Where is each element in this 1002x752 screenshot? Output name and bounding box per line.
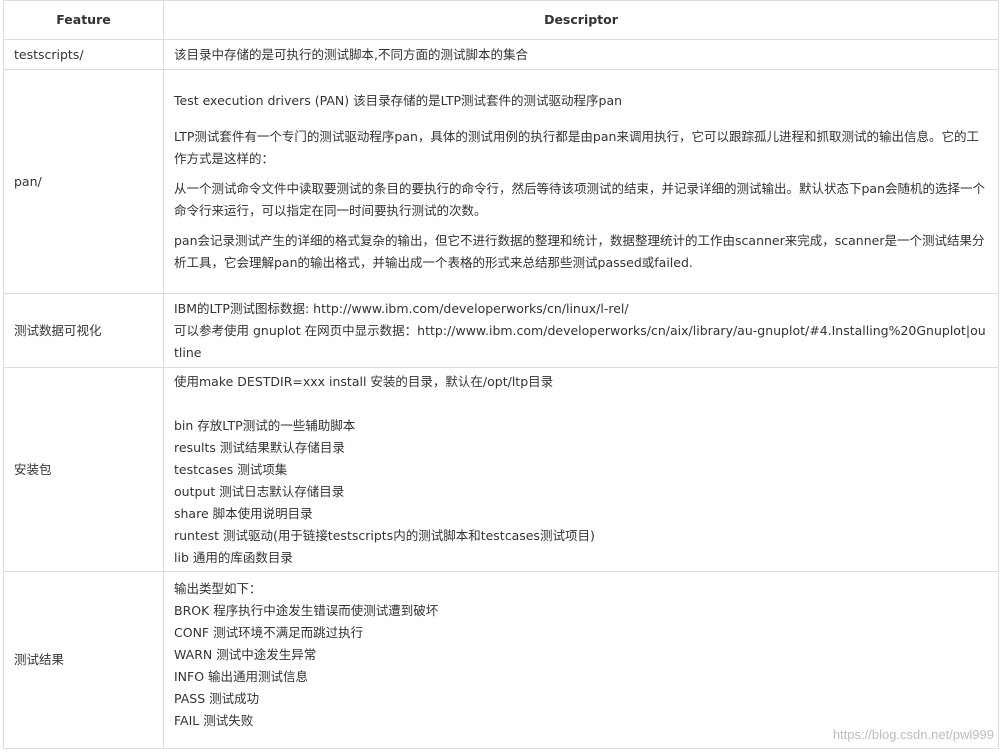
viz-line-ibm: IBM的LTP测试图标数据: http://www.ibm.com/develo… [174,300,629,316]
feature-column-header: Feature [3,0,164,40]
install-item-runtest: runtest 测试驱动(用于链接testscripts内的测试脚本和testc… [174,527,595,543]
table-row-visualization: 测试数据可视化 IBM的LTP测试图标数据: http://www.ibm.co… [3,293,999,368]
install-item-output: output 测试日志默认存储目录 [174,483,345,499]
descriptor-column-header: Descriptor [163,0,999,40]
results-item-brok: BROK 程序执行中途发生错误而使测试遭到破坏 [174,603,439,618]
install-item-bin: bin 存放LTP测试的一些辅助脚本 [174,417,356,433]
install-item-results: results 测试结果默认存储目录 [174,439,345,455]
install-item-lib: lib 通用的库函数目录 [174,549,293,565]
blog-watermark: https://blog.csdn.net/pwl999 [832,727,994,742]
viz-line-gnuplot: 可以参考使用 gnuplot 在网页中显示数据：http://www.ibm.c… [174,322,986,360]
pan-paragraph-1: Test execution drivers (PAN) 该目录存储的是LTP测… [174,92,623,108]
results-item-info: INFO 输出通用测试信息 [174,669,309,684]
feature-descriptor-table: Feature Descriptor testscripts/ 该目录中存储的是… [3,0,999,749]
install-item-testcases: testcases 测试项集 [174,461,288,477]
feature-cell-install: 安装包 [3,367,164,572]
table-header-row: Feature Descriptor [3,0,999,40]
descriptor-cell-visualization: IBM的LTP测试图标数据: http://www.ibm.com/develo… [163,293,999,368]
table-row-results: 测试结果 输出类型如下： BROK 程序执行中途发生错误而使测试遭到破坏 CON… [3,571,999,749]
feature-cell-testscripts: testscripts/ [3,39,164,70]
feature-cell-visualization: 测试数据可视化 [3,293,164,368]
descriptor-cell-testscripts: 该目录中存储的是可执行的测试脚本,不同方面的测试脚本的集合 [163,39,999,70]
results-item-pass: PASS 测试成功 [174,691,260,706]
results-intro: 输出类型如下： [174,581,262,596]
feature-cell-pan: pan/ [3,69,164,294]
feature-cell-results: 测试结果 [3,571,164,749]
table-row-testscripts: testscripts/ 该目录中存储的是可执行的测试脚本,不同方面的测试脚本的… [3,39,999,70]
descriptor-cell-install: 使用make DESTDIR=xxx install 安装的目录，默认在/opt… [163,367,999,572]
descriptor-cell-pan: Test execution drivers (PAN) 该目录存储的是LTP测… [163,69,999,294]
descriptor-cell-results: 输出类型如下： BROK 程序执行中途发生错误而使测试遭到破坏 CONF 测试环… [163,571,999,749]
results-item-warn: WARN 测试中途发生异常 [174,647,317,662]
pan-paragraph-2: LTP测试套件有一个专门的测试驱动程序pan，具体的测试用例的执行都是由pan来… [174,128,979,166]
pan-paragraph-4: pan会记录测试产生的详细的格式复杂的输出，但它不进行数据的整理和统计，数据整理… [174,232,985,270]
install-item-share: share 脚本使用说明目录 [174,505,313,521]
install-intro: 使用make DESTDIR=xxx install 安装的目录，默认在/opt… [174,373,554,389]
pan-paragraph-3: 从一个测试命令文件中读取要测试的条目的要执行的命令行，然后等待该项测试的结束，并… [174,180,986,218]
table-row-install: 安装包 使用make DESTDIR=xxx install 安装的目录，默认在… [3,367,999,572]
results-item-conf: CONF 测试环境不满足而跳过执行 [174,625,364,640]
install-spacer [174,393,988,415]
table-row-pan: pan/ Test execution drivers (PAN) 该目录存储的… [3,69,999,294]
